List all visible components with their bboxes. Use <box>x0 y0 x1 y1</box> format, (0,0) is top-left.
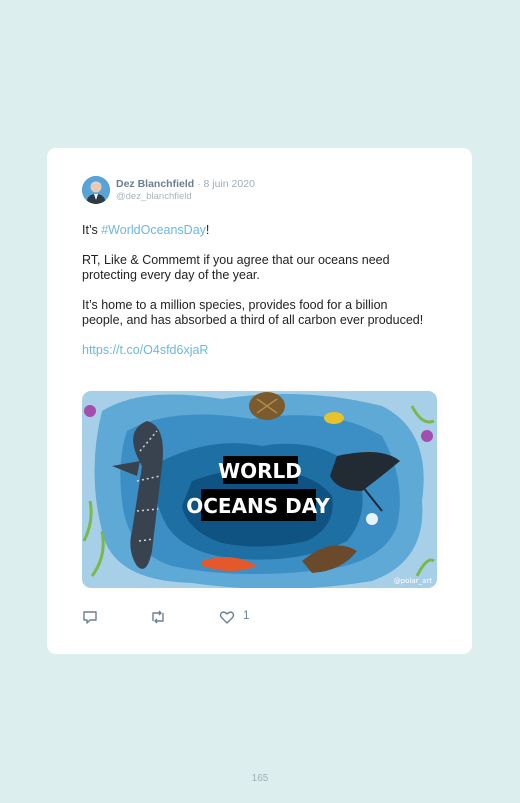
text-after-hashtag: ! <box>205 223 210 237</box>
tweet-date[interactable]: 8 juin 2020 <box>204 178 255 190</box>
separator: · <box>194 178 204 190</box>
tweet-text: It’s #WorldOceansDay! RT, Like & Commemt… <box>82 223 427 373</box>
text-before-hashtag: It’s <box>82 223 102 237</box>
image-credit: @polar_art <box>394 577 433 585</box>
retweet-icon[interactable] <box>149 609 167 630</box>
like-count: 1 <box>243 610 250 622</box>
tweet-line-1: It’s #WorldOceansDay! <box>82 223 427 238</box>
author-line: Dez Blanchfield · 8 juin 2020 <box>116 178 255 190</box>
heart-icon[interactable] <box>219 609 235 630</box>
avatar[interactable] <box>82 176 110 204</box>
author-name[interactable]: Dez Blanchfield <box>116 178 194 190</box>
image-title-line-2: OCEANS DAY <box>186 494 330 518</box>
tweet-actions: 1 <box>82 609 282 629</box>
tweet-paragraph-3: It’s home to a million species, provides… <box>82 298 424 327</box>
tweet-paragraph-2: RT, Like & Commemt if you agree that our… <box>82 253 390 282</box>
page-number: 165 <box>251 773 269 784</box>
hashtag-link[interactable]: #WorldOceansDay <box>101 223 206 237</box>
tweet-image[interactable]: WORLD OCEANS DAY @polar_art <box>82 391 437 588</box>
tweet-url-link[interactable]: https://t.co/O4sfd6xjaR <box>82 343 427 358</box>
tweet-card: Dez Blanchfield · 8 juin 2020 @dez_blanc… <box>47 148 472 654</box>
image-title-line-1: WORLD <box>218 459 302 483</box>
author-handle[interactable]: @dez_blanchfield <box>116 191 192 202</box>
reply-icon[interactable] <box>82 609 98 630</box>
